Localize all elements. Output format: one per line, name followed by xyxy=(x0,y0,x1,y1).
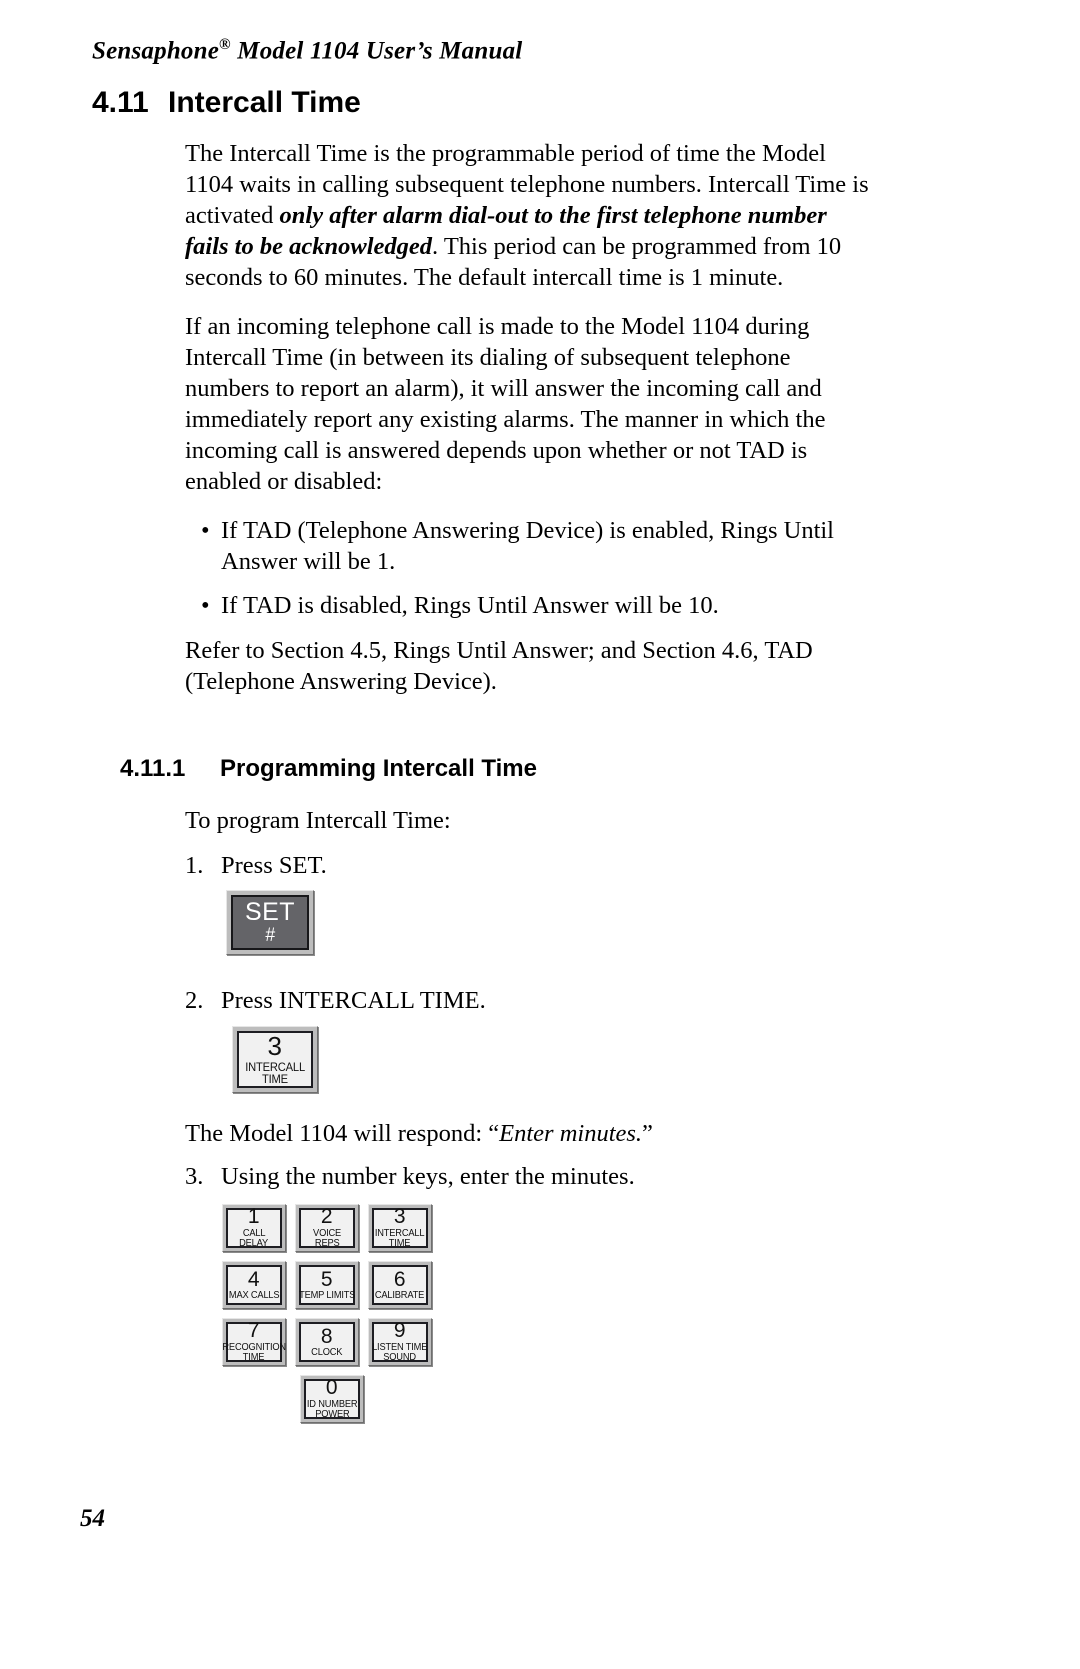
intercall-time-key-graphic[interactable]: 3 INTERCALL TIME xyxy=(232,1026,318,1093)
list-item: 3. Using the number keys, enter the minut… xyxy=(185,1161,875,1192)
paragraph-incoming-call: If an incoming telephone call is made to… xyxy=(185,313,826,495)
keypad-key-0-digit: 0 xyxy=(325,1376,339,1400)
keypad-key-7[interactable]: 7 RECOGNITION TIME xyxy=(222,1318,286,1366)
keypad-key-8-digit: 8 xyxy=(320,1324,334,1348)
paragraph-cross-reference: Refer to Section 4.5, Rings Until Answer… xyxy=(185,637,813,695)
bullet-icon: • xyxy=(201,592,210,619)
keypad-key-1[interactable]: 1 CALL DELAY xyxy=(222,1204,286,1252)
running-head: Sensaphone® Model 1104 User’s Manual xyxy=(92,36,522,66)
keypad-key-0[interactable]: 0 ID NUMBER POWER xyxy=(300,1375,364,1423)
subsection-intro-block: To program Intercall Time: xyxy=(185,805,875,848)
keypad-key-6-line-one: CALIBRATE xyxy=(375,1289,425,1301)
keypad-key-4-digit: 4 xyxy=(247,1267,261,1291)
body-text-block-one: The Intercall Time is the programmable p… xyxy=(185,138,875,715)
list-item: • If TAD (Telephone Answering Device) is … xyxy=(185,515,875,577)
keypad-key-4-face: 4 MAX CALLS xyxy=(226,1265,282,1305)
keypad-row-one: 1 CALL DELAY 2 VOICE REPS 3 INTERCALL TI… xyxy=(222,1204,442,1252)
keypad-key-4[interactable]: 4 MAX CALLS xyxy=(222,1261,286,1309)
device-response-text: The Model 1104 will respond: “Enter minu… xyxy=(185,1118,875,1149)
keypad-key-3-face: 3 INTERCALL TIME xyxy=(372,1205,428,1250)
running-head-title: Model 1104 User’s Manual xyxy=(230,37,523,65)
keypad-key-1-line-two: DELAY xyxy=(239,1238,269,1250)
set-key-graphic[interactable]: SET # xyxy=(226,890,314,955)
keypad-key-2-line-two: REPS xyxy=(314,1238,340,1250)
keypad-key-5-face: 5 TEMP LIMITS xyxy=(299,1265,355,1305)
keypad-key-1-digit: 1 xyxy=(247,1205,261,1229)
keypad-row-four: 0 ID NUMBER POWER xyxy=(222,1375,442,1423)
step-two-block: 2. Press INTERCALL TIME. xyxy=(185,985,875,1016)
subsection-title: Programming Intercall Time xyxy=(220,755,537,782)
keypad-key-1-face: 1 CALL DELAY xyxy=(226,1205,282,1250)
step-number: 2. xyxy=(185,987,204,1014)
keypad-key-7-digit: 7 xyxy=(247,1319,261,1343)
keypad-key-2-digit: 2 xyxy=(320,1205,334,1229)
list-item: 2. Press INTERCALL TIME. xyxy=(185,985,875,1016)
keypad-key-0-face: 0 ID NUMBER POWER xyxy=(304,1376,360,1421)
keypad-key-5-line-one: TEMP LIMITS xyxy=(298,1289,356,1301)
page-number: 54 xyxy=(80,1505,105,1532)
keypad-key-9-line-two: SOUND xyxy=(383,1352,417,1364)
keypad-key-6[interactable]: 6 CALIBRATE xyxy=(368,1261,432,1309)
keypad-key-5-digit: 5 xyxy=(320,1267,334,1291)
registered-trademark-icon: ® xyxy=(219,36,231,53)
keypad-key-7-line-two: TIME xyxy=(243,1352,265,1364)
list-item: 1. Press SET. xyxy=(185,850,875,881)
bullet-icon: • xyxy=(201,517,210,544)
keypad-key-5[interactable]: 5 TEMP LIMITS xyxy=(295,1261,359,1309)
manual-page: Sensaphone® Model 1104 User’s Manual 4.1… xyxy=(0,0,1080,1669)
keypad-key-4-line-one: MAX CALLS xyxy=(228,1289,280,1301)
step-list-two: 2. Press INTERCALL TIME. xyxy=(185,985,875,1016)
section-title: Intercall Time xyxy=(168,86,361,119)
step-text: Press INTERCALL TIME. xyxy=(221,987,486,1014)
device-response-block: The Model 1104 will respond: “Enter minu… xyxy=(185,1118,875,1161)
step-text: Using the number keys, enter the minutes… xyxy=(221,1163,635,1190)
keypad-key-8-line-one: CLOCK xyxy=(311,1346,343,1358)
keypad-key-2-face: 2 VOICE REPS xyxy=(299,1205,355,1250)
tad-bullet-list: • If TAD (Telephone Answering Device) is … xyxy=(185,515,875,621)
set-key-sublabel: # xyxy=(265,924,275,946)
keypad-key-6-digit: 6 xyxy=(393,1267,407,1291)
keypad-row-two: 4 MAX CALLS 5 TEMP LIMITS 6 CALIBRATE xyxy=(222,1261,442,1309)
subsection-intro-text: To program Intercall Time: xyxy=(185,807,451,834)
keypad-key-8-face: 8 CLOCK xyxy=(299,1322,355,1362)
bullet-text-two: If TAD is disabled, Rings Until Answer w… xyxy=(221,592,719,619)
running-head-brand: Sensaphone xyxy=(92,37,220,65)
keypad-key-3-digit: 3 xyxy=(393,1205,407,1229)
set-key-label: SET xyxy=(244,898,296,927)
step-list-three: 3. Using the number keys, enter the minut… xyxy=(185,1161,875,1192)
step-number: 1. xyxy=(185,852,204,879)
subsection-number: 4.11.1 xyxy=(120,755,186,782)
paragraph-intercall-definition: The Intercall Time is the programmable p… xyxy=(185,138,875,293)
keypad-key-9[interactable]: 9 LISTEN TIME SOUND xyxy=(368,1318,432,1366)
device-response-prefix: The Model 1104 will respond: “ xyxy=(185,1120,500,1147)
list-item: • If TAD is disabled, Rings Until Answer … xyxy=(185,590,875,621)
intercall-time-key-face: 3 INTERCALL TIME xyxy=(237,1031,313,1088)
keypad-key-0-line-two: POWER xyxy=(314,1409,350,1421)
step-list-one: 1. Press SET. xyxy=(185,850,875,881)
keypad-key-9-face: 9 LISTEN TIME SOUND xyxy=(372,1319,428,1364)
keypad-key-9-digit: 9 xyxy=(393,1319,407,1343)
keypad-row-three: 7 RECOGNITION TIME 8 CLOCK 9 LISTEN TIME… xyxy=(222,1318,442,1366)
intercall-time-key-line-two: TIME xyxy=(262,1072,288,1087)
section-heading: 4.11 Intercall Time xyxy=(92,86,361,120)
intercall-time-key-digit: 3 xyxy=(267,1031,283,1062)
keypad-key-8[interactable]: 8 CLOCK xyxy=(295,1318,359,1366)
keypad-key-3[interactable]: 3 INTERCALL TIME xyxy=(368,1204,432,1252)
numeric-keypad-graphic: 1 CALL DELAY 2 VOICE REPS 3 INTERCALL TI… xyxy=(222,1204,442,1432)
keypad-key-2[interactable]: 2 VOICE REPS xyxy=(295,1204,359,1252)
keypad-key-7-face: 7 RECOGNITION TIME xyxy=(222,1319,286,1364)
keypad-key-6-face: 6 CALIBRATE xyxy=(372,1265,428,1305)
section-number: 4.11 xyxy=(92,86,149,119)
bullet-text-one: If TAD (Telephone Answering Device) is e… xyxy=(221,517,834,575)
step-text: Press SET. xyxy=(221,852,327,879)
subsection-heading: 4.11.1 Programming Intercall Time xyxy=(120,755,537,783)
device-response-message: Enter minutes. xyxy=(499,1120,643,1147)
keypad-key-3-line-two: TIME xyxy=(389,1238,411,1250)
set-key-face: SET # xyxy=(231,895,309,950)
device-response-suffix: ” xyxy=(642,1120,653,1147)
step-number: 3. xyxy=(185,1163,204,1190)
step-three-block: 3. Using the number keys, enter the minut… xyxy=(185,1161,875,1192)
step-one-block: 1. Press SET. xyxy=(185,850,875,881)
